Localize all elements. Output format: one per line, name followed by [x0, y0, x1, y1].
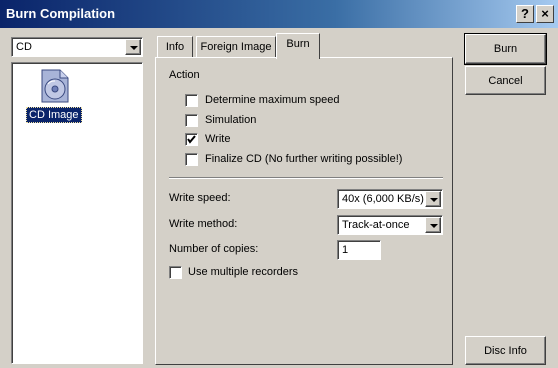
title-bar: Burn Compilation ? × — [0, 0, 558, 28]
write-method-value: Track-at-once — [342, 219, 410, 231]
write-speed-select[interactable]: 40x (6,000 KB/s) — [337, 189, 443, 209]
copies-input[interactable]: 1 — [337, 240, 381, 260]
determine-speed-checkbox[interactable] — [185, 94, 198, 107]
simulation-label[interactable]: Simulation — [205, 114, 256, 126]
finalize-cd-checkbox[interactable] — [185, 153, 198, 166]
chevron-down-icon[interactable] — [125, 39, 141, 55]
close-button[interactable]: × — [536, 5, 554, 23]
chevron-down-icon[interactable] — [425, 217, 441, 233]
finalize-cd-label[interactable]: Finalize CD (No further writing possible… — [205, 153, 402, 165]
write-speed-label: Write speed: — [169, 192, 231, 204]
copies-value: 1 — [342, 244, 349, 256]
write-label[interactable]: Write — [205, 133, 230, 145]
simulation-checkbox[interactable] — [185, 114, 198, 127]
determine-speed-label[interactable]: Determine maximum speed — [205, 94, 340, 106]
write-method-select[interactable]: Track-at-once — [337, 215, 443, 235]
drive-select-value: CD — [16, 41, 32, 53]
tab-info[interactable]: Info — [157, 36, 193, 58]
compilation-list[interactable]: CD Image — [11, 62, 143, 364]
help-button[interactable]: ? — [516, 5, 534, 23]
write-speed-value: 40x (6,000 KB/s) — [342, 193, 424, 205]
cd-image-label[interactable]: CD Image — [26, 107, 82, 123]
cancel-button[interactable]: Cancel — [465, 66, 546, 95]
multiple-recorders-checkbox[interactable] — [169, 266, 182, 279]
window-title: Burn Compilation — [6, 6, 116, 21]
write-checkbox[interactable] — [185, 133, 198, 146]
cd-image-icon[interactable] — [40, 69, 70, 103]
checkmark-icon — [187, 135, 196, 144]
copies-label: Number of copies: — [169, 243, 259, 255]
chevron-down-icon[interactable] — [425, 191, 441, 207]
action-label: Action — [169, 69, 200, 81]
multiple-recorders-label[interactable]: Use multiple recorders — [188, 266, 298, 278]
drive-select[interactable]: CD — [11, 37, 143, 57]
burn-button[interactable]: Burn — [464, 33, 547, 65]
disc-info-button[interactable]: Disc Info — [465, 336, 546, 365]
separator — [169, 177, 443, 179]
tab-burn[interactable]: Burn — [276, 33, 320, 59]
write-method-label: Write method: — [169, 218, 238, 230]
tab-foreign-image[interactable]: Foreign Image — [196, 36, 276, 58]
